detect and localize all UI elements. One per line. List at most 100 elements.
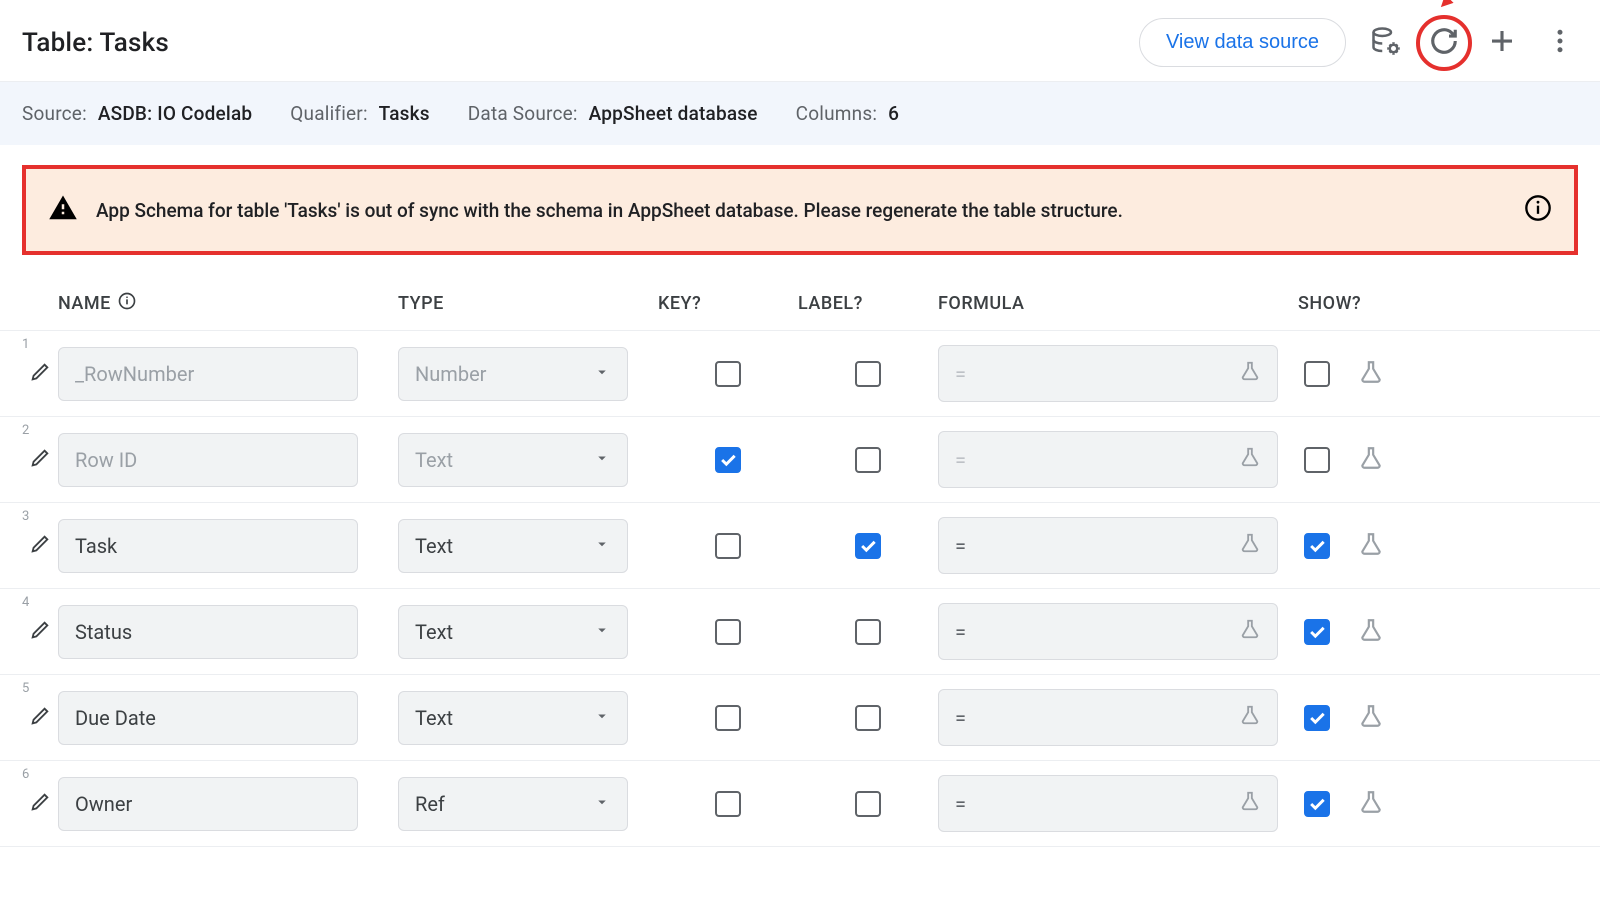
formula-value: =: [955, 620, 966, 644]
key-checkbox[interactable]: [715, 619, 741, 645]
label-checkbox[interactable]: [855, 619, 881, 645]
formula-input[interactable]: =: [938, 431, 1278, 488]
header-label: LABEL?: [798, 293, 863, 314]
column-name-input[interactable]: _RowNumber: [58, 347, 358, 401]
show-expression-button[interactable]: [1358, 617, 1384, 647]
formula-input[interactable]: =: [938, 345, 1278, 402]
header-key: KEY?: [658, 293, 701, 314]
show-expression-button[interactable]: [1358, 703, 1384, 733]
warning-message: App Schema for table 'Tasks' is out of s…: [96, 199, 1506, 222]
source-value: ASDB: IO Codelab: [98, 102, 252, 125]
column-type-select[interactable]: Text: [398, 433, 628, 487]
pencil-icon: [29, 361, 51, 387]
show-checkbox[interactable]: [1304, 619, 1330, 645]
column-type-value: Text: [415, 620, 453, 644]
edit-column-button[interactable]: [22, 361, 58, 387]
add-button[interactable]: [1484, 25, 1520, 61]
key-checkbox[interactable]: [715, 361, 741, 387]
label-checkbox[interactable]: [855, 361, 881, 387]
formula-value: =: [955, 448, 966, 472]
formula-input[interactable]: =: [938, 775, 1278, 832]
key-checkbox[interactable]: [715, 533, 741, 559]
formula-input[interactable]: =: [938, 603, 1278, 660]
column-type-select[interactable]: Number: [398, 347, 628, 401]
chevron-down-icon: [593, 792, 611, 816]
show-expression-button[interactable]: [1358, 789, 1384, 819]
show-checkbox[interactable]: [1304, 447, 1330, 473]
column-type-value: Text: [415, 448, 453, 472]
key-checkbox[interactable]: [715, 447, 741, 473]
flask-icon: [1358, 371, 1384, 389]
chevron-down-icon: [593, 362, 611, 386]
key-checkbox[interactable]: [715, 791, 741, 817]
label-checkbox[interactable]: [855, 447, 881, 473]
column-headers: NAME TYPE KEY? LABEL? FORMULA SHOW?: [0, 263, 1600, 331]
chevron-down-icon: [593, 448, 611, 472]
pencil-icon: [29, 619, 51, 645]
edit-column-button[interactable]: [22, 533, 58, 559]
regenerate-button[interactable]: [1426, 25, 1462, 61]
show-checkbox[interactable]: [1304, 533, 1330, 559]
column-name-input[interactable]: Row ID: [58, 433, 358, 487]
formula-value: =: [955, 362, 966, 386]
column-name-input[interactable]: Status: [58, 605, 358, 659]
show-expression-button[interactable]: [1358, 531, 1384, 561]
key-checkbox[interactable]: [715, 705, 741, 731]
header-type: TYPE: [398, 293, 444, 314]
flask-icon: [1358, 629, 1384, 647]
column-row: 6 Owner Ref =: [0, 761, 1600, 847]
header-show: SHOW?: [1298, 293, 1361, 314]
row-index: 3: [22, 509, 29, 524]
column-type-select[interactable]: Text: [398, 605, 628, 659]
info-icon[interactable]: [117, 291, 137, 316]
formula-input[interactable]: =: [938, 517, 1278, 574]
flask-icon: [1239, 618, 1261, 645]
label-checkbox[interactable]: [855, 705, 881, 731]
label-checkbox[interactable]: [855, 791, 881, 817]
source-label: Source:: [22, 102, 87, 125]
column-type-select[interactable]: Ref: [398, 777, 628, 831]
meta-strip: Source: ASDB: IO Codelab Qualifier: Task…: [0, 82, 1600, 145]
view-data-source-button[interactable]: View data source: [1139, 18, 1346, 67]
show-checkbox[interactable]: [1304, 791, 1330, 817]
header-formula: FORMULA: [938, 293, 1025, 314]
edit-column-button[interactable]: [22, 447, 58, 473]
header-bar: Table: Tasks View data source: [0, 0, 1600, 82]
formula-input[interactable]: =: [938, 689, 1278, 746]
datasource-value: AppSheet database: [589, 102, 758, 125]
warning-info-button[interactable]: [1524, 194, 1552, 226]
chevron-down-icon: [593, 534, 611, 558]
flask-icon: [1239, 446, 1261, 473]
row-index: 1: [22, 337, 29, 352]
pencil-icon: [29, 533, 51, 559]
more-menu-button[interactable]: [1542, 25, 1578, 61]
flask-icon: [1358, 715, 1384, 733]
show-expression-button[interactable]: [1358, 359, 1384, 389]
edit-column-button[interactable]: [22, 705, 58, 731]
flask-icon: [1239, 704, 1261, 731]
column-type-select[interactable]: Text: [398, 691, 628, 745]
pencil-icon: [29, 447, 51, 473]
flask-icon: [1358, 457, 1384, 475]
column-name-input[interactable]: Task: [58, 519, 358, 573]
qualifier-label: Qualifier:: [290, 102, 367, 125]
pencil-icon: [29, 705, 51, 731]
show-expression-button[interactable]: [1358, 445, 1384, 475]
flask-icon: [1239, 360, 1261, 387]
datasource-settings-button[interactable]: [1368, 25, 1404, 61]
show-checkbox[interactable]: [1304, 705, 1330, 731]
column-type-select[interactable]: Text: [398, 519, 628, 573]
column-name-input[interactable]: Owner: [58, 777, 358, 831]
columns-value: 6: [888, 102, 899, 125]
edit-column-button[interactable]: [22, 619, 58, 645]
column-type-value: Ref: [415, 792, 445, 816]
show-checkbox[interactable]: [1304, 361, 1330, 387]
row-index: 2: [22, 423, 29, 438]
row-index: 5: [22, 681, 29, 696]
plus-icon: [1487, 26, 1517, 60]
column-row: 5 Due Date Text =: [0, 675, 1600, 761]
column-name-input[interactable]: Due Date: [58, 691, 358, 745]
flask-icon: [1239, 790, 1261, 817]
edit-column-button[interactable]: [22, 791, 58, 817]
label-checkbox[interactable]: [855, 533, 881, 559]
